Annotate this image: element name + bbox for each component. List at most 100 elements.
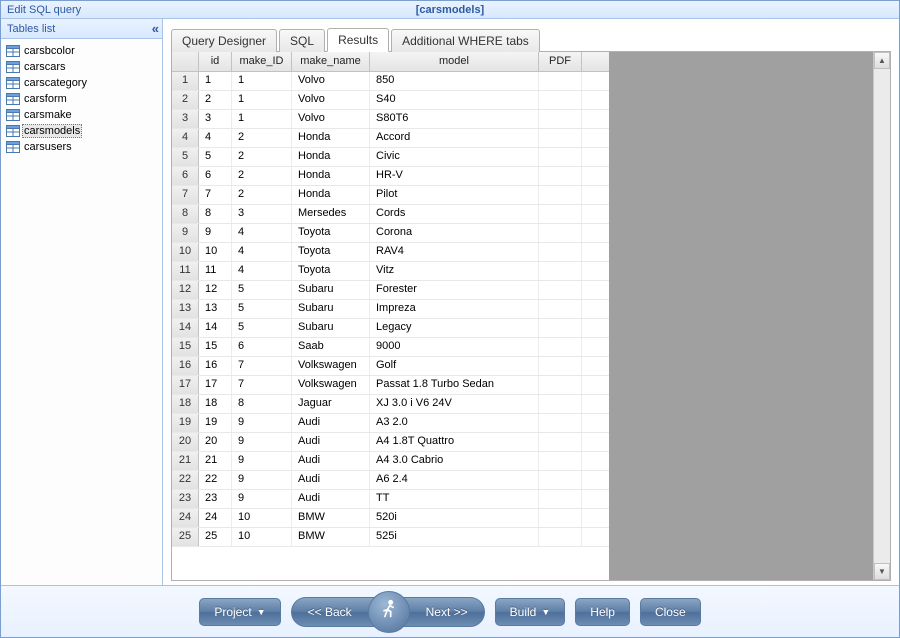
cell-pdf[interactable] bbox=[539, 509, 582, 527]
cell-model[interactable]: 9000 bbox=[370, 338, 539, 356]
sidebar-item-carsmake[interactable]: carsmake bbox=[1, 107, 162, 123]
cell-id[interactable]: 16 bbox=[199, 357, 232, 375]
cell-makename[interactable]: Honda bbox=[292, 148, 370, 166]
cell-pdf[interactable] bbox=[539, 414, 582, 432]
cell-id[interactable]: 24 bbox=[199, 509, 232, 527]
cell-makename[interactable]: Audi bbox=[292, 433, 370, 451]
cell-makeid[interactable]: 1 bbox=[232, 110, 292, 128]
cell-makename[interactable]: Volvo bbox=[292, 91, 370, 109]
col-header-makename[interactable]: make_name bbox=[292, 52, 370, 71]
back-button[interactable]: << Back bbox=[308, 605, 352, 619]
table-row[interactable]: 552HondaCivic bbox=[172, 148, 609, 167]
cell-id[interactable]: 22 bbox=[199, 471, 232, 489]
cell-id[interactable]: 12 bbox=[199, 281, 232, 299]
table-row[interactable]: 772HondaPilot bbox=[172, 186, 609, 205]
col-header-pdf[interactable]: PDF bbox=[539, 52, 582, 71]
sidebar-item-carsbcolor[interactable]: carsbcolor bbox=[1, 43, 162, 59]
cell-id[interactable]: 2 bbox=[199, 91, 232, 109]
cell-model[interactable]: Vitz bbox=[370, 262, 539, 280]
cell-model[interactable]: Golf bbox=[370, 357, 539, 375]
cell-id[interactable]: 1 bbox=[199, 72, 232, 90]
cell-makeid[interactable]: 5 bbox=[232, 319, 292, 337]
cell-makename[interactable]: Saab bbox=[292, 338, 370, 356]
col-header-model[interactable]: model bbox=[370, 52, 539, 71]
cell-pdf[interactable] bbox=[539, 186, 582, 204]
row-number[interactable]: 17 bbox=[172, 376, 199, 394]
cell-makeid[interactable]: 9 bbox=[232, 414, 292, 432]
cell-pdf[interactable] bbox=[539, 357, 582, 375]
cell-pdf[interactable] bbox=[539, 224, 582, 242]
table-row[interactable]: 883MersedesCords bbox=[172, 205, 609, 224]
cell-id[interactable]: 13 bbox=[199, 300, 232, 318]
cell-model[interactable]: TT bbox=[370, 490, 539, 508]
cell-id[interactable]: 21 bbox=[199, 452, 232, 470]
cell-id[interactable]: 8 bbox=[199, 205, 232, 223]
cell-makename[interactable]: Subaru bbox=[292, 319, 370, 337]
cell-makeid[interactable]: 9 bbox=[232, 471, 292, 489]
cell-model[interactable]: 850 bbox=[370, 72, 539, 90]
cell-makeid[interactable]: 4 bbox=[232, 224, 292, 242]
sidebar-item-carsform[interactable]: carsform bbox=[1, 91, 162, 107]
cell-id[interactable]: 3 bbox=[199, 110, 232, 128]
cell-id[interactable]: 18 bbox=[199, 395, 232, 413]
cell-pdf[interactable] bbox=[539, 433, 582, 451]
cell-makeid[interactable]: 9 bbox=[232, 452, 292, 470]
cell-makename[interactable]: Audi bbox=[292, 490, 370, 508]
row-number[interactable]: 15 bbox=[172, 338, 199, 356]
table-row[interactable]: 111Volvo850 bbox=[172, 72, 609, 91]
cell-makename[interactable]: BMW bbox=[292, 509, 370, 527]
cell-makeid[interactable]: 4 bbox=[232, 262, 292, 280]
row-number[interactable]: 1 bbox=[172, 72, 199, 90]
cell-model[interactable]: 520i bbox=[370, 509, 539, 527]
row-number[interactable]: 4 bbox=[172, 129, 199, 147]
cell-makeid[interactable]: 2 bbox=[232, 186, 292, 204]
cell-makename[interactable]: Mersedes bbox=[292, 205, 370, 223]
row-number[interactable]: 12 bbox=[172, 281, 199, 299]
cell-pdf[interactable] bbox=[539, 72, 582, 90]
table-row[interactable]: 19199AudiA3 2.0 bbox=[172, 414, 609, 433]
cell-makeid[interactable]: 5 bbox=[232, 281, 292, 299]
next-button[interactable]: Next >> bbox=[426, 605, 468, 619]
cell-makename[interactable]: Jaguar bbox=[292, 395, 370, 413]
row-number[interactable]: 7 bbox=[172, 186, 199, 204]
cell-model[interactable]: RAV4 bbox=[370, 243, 539, 261]
cell-model[interactable]: Forester bbox=[370, 281, 539, 299]
cell-makeid[interactable]: 7 bbox=[232, 376, 292, 394]
cell-pdf[interactable] bbox=[539, 148, 582, 166]
row-number[interactable]: 13 bbox=[172, 300, 199, 318]
cell-makename[interactable]: Audi bbox=[292, 471, 370, 489]
cell-makename[interactable]: Honda bbox=[292, 129, 370, 147]
cell-makeid[interactable]: 2 bbox=[232, 148, 292, 166]
cell-makeid[interactable]: 7 bbox=[232, 357, 292, 375]
cell-makename[interactable]: Volvo bbox=[292, 110, 370, 128]
scroll-up-icon[interactable]: ▲ bbox=[874, 52, 890, 69]
cell-pdf[interactable] bbox=[539, 528, 582, 546]
row-number[interactable]: 6 bbox=[172, 167, 199, 185]
row-number[interactable]: 8 bbox=[172, 205, 199, 223]
row-number[interactable]: 11 bbox=[172, 262, 199, 280]
cell-pdf[interactable] bbox=[539, 471, 582, 489]
sidebar-header[interactable]: Tables list « bbox=[1, 19, 162, 39]
cell-makename[interactable]: Honda bbox=[292, 186, 370, 204]
row-number[interactable]: 14 bbox=[172, 319, 199, 337]
table-row[interactable]: 11114ToyotaVitz bbox=[172, 262, 609, 281]
cell-makeid[interactable]: 9 bbox=[232, 433, 292, 451]
cell-makeid[interactable]: 4 bbox=[232, 243, 292, 261]
cell-makeid[interactable]: 1 bbox=[232, 91, 292, 109]
cell-pdf[interactable] bbox=[539, 490, 582, 508]
cell-pdf[interactable] bbox=[539, 376, 582, 394]
table-row[interactable]: 10104ToyotaRAV4 bbox=[172, 243, 609, 262]
cell-model[interactable]: Legacy bbox=[370, 319, 539, 337]
cell-pdf[interactable] bbox=[539, 452, 582, 470]
cell-id[interactable]: 10 bbox=[199, 243, 232, 261]
cell-model[interactable]: S40 bbox=[370, 91, 539, 109]
cell-pdf[interactable] bbox=[539, 167, 582, 185]
cell-makename[interactable]: Toyota bbox=[292, 262, 370, 280]
cell-makename[interactable]: Toyota bbox=[292, 243, 370, 261]
cell-pdf[interactable] bbox=[539, 205, 582, 223]
row-number[interactable]: 24 bbox=[172, 509, 199, 527]
cell-makename[interactable]: Volkswagen bbox=[292, 357, 370, 375]
cell-pdf[interactable] bbox=[539, 129, 582, 147]
cell-id[interactable]: 5 bbox=[199, 148, 232, 166]
cell-model[interactable]: XJ 3.0 i V6 24V bbox=[370, 395, 539, 413]
